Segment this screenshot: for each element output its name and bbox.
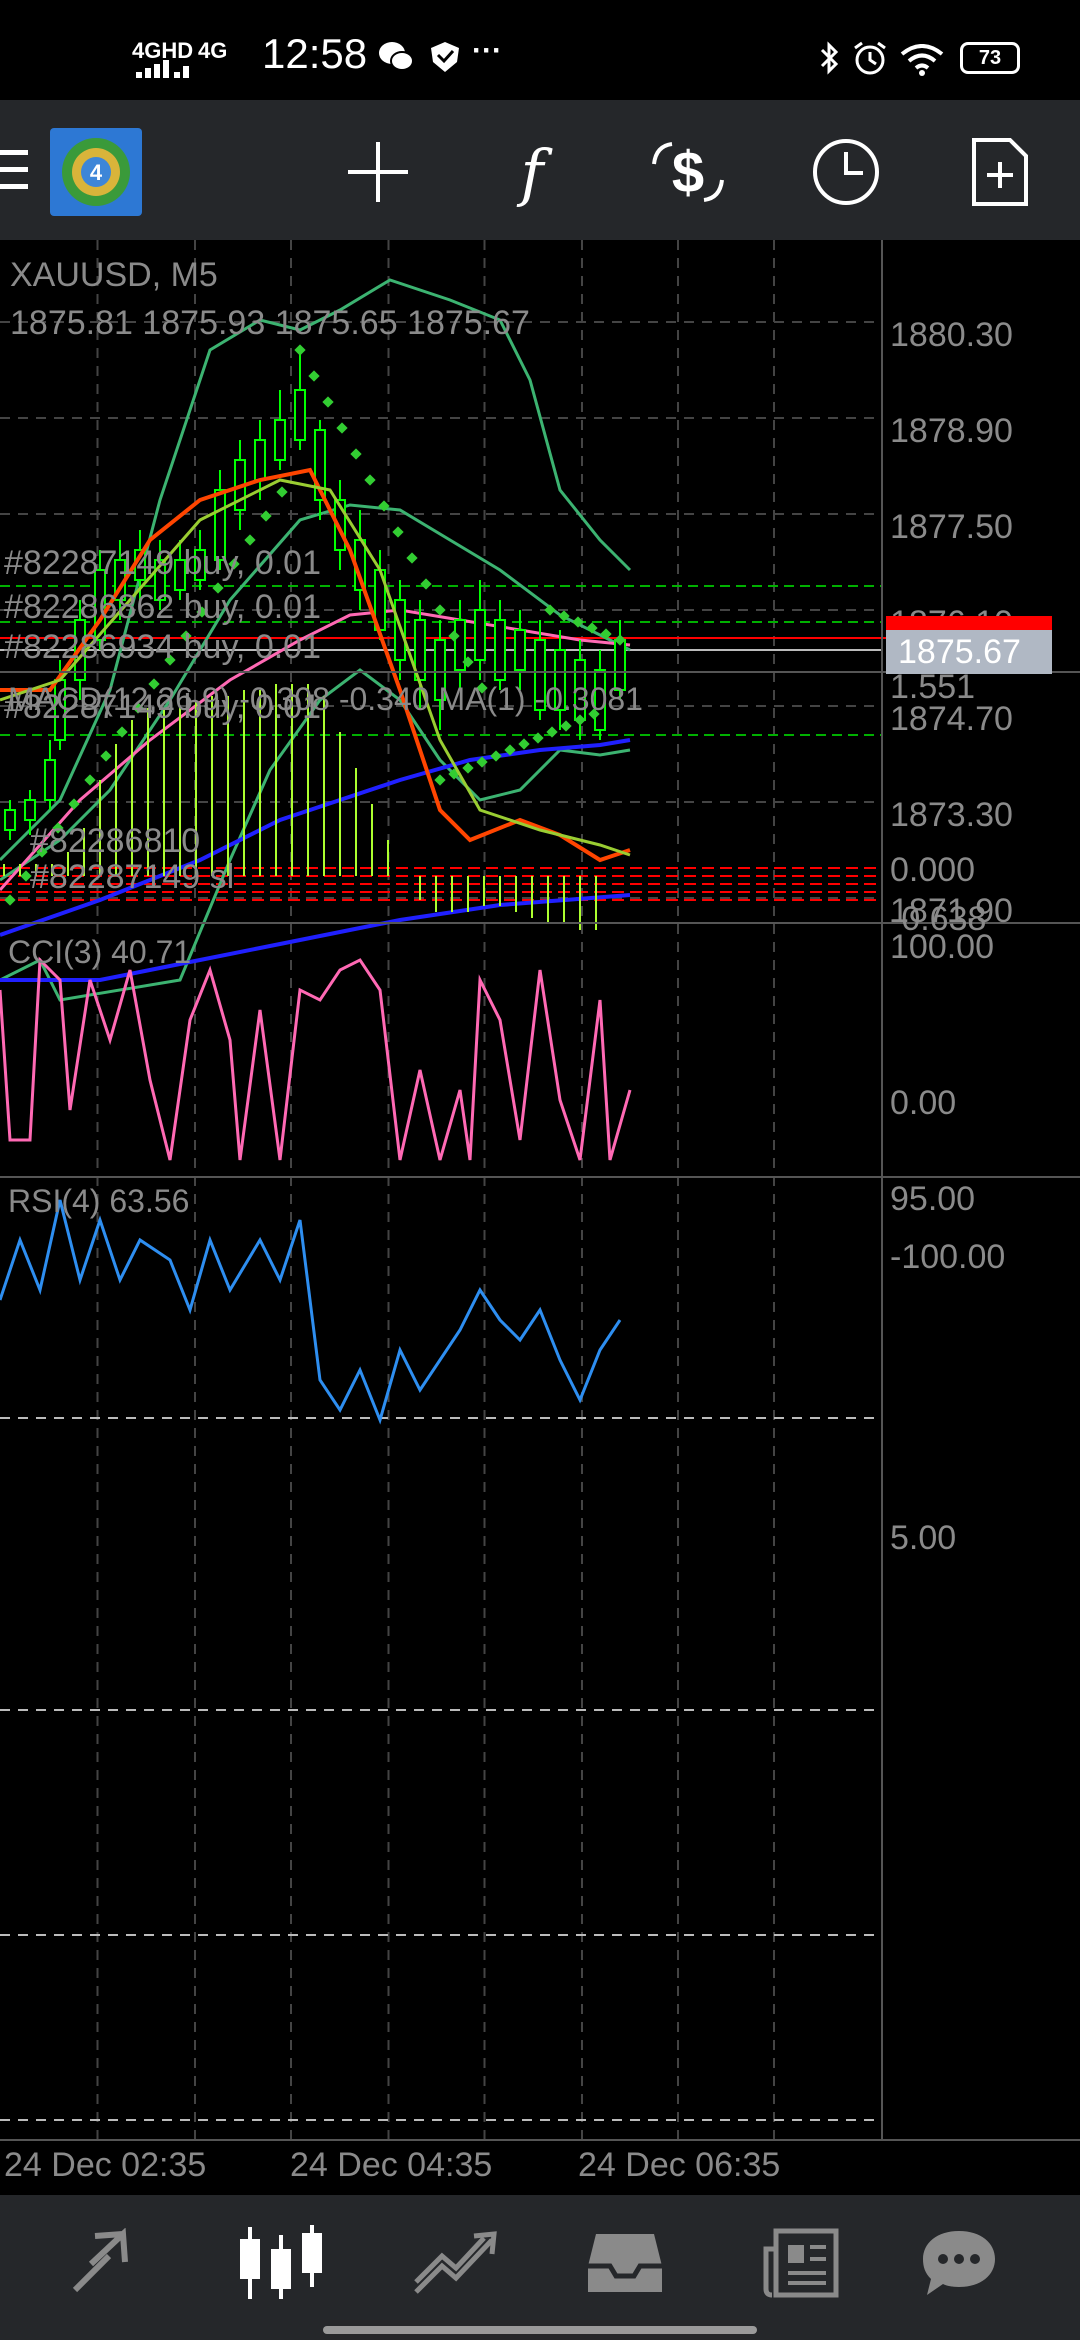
sar-dot: [276, 486, 288, 498]
candle-body: [24, 799, 36, 821]
order-label: #82286810: [30, 822, 200, 860]
sar-dot: [308, 370, 320, 382]
macd-axis-tick: 1.551: [890, 668, 975, 706]
news-icon[interactable]: [756, 2223, 846, 2303]
macd-axis-tick: 0.000: [890, 851, 975, 889]
sar-dot: [560, 720, 572, 732]
quotes-icon[interactable]: [64, 2223, 154, 2303]
alarm-icon: [854, 41, 886, 75]
clock: 12:58: [262, 30, 368, 77]
cci-axis-tick: -100.00: [890, 1238, 1005, 1276]
gesture-bar[interactable]: [323, 2326, 757, 2334]
sar-dot: [462, 762, 474, 774]
time-tick: 24 Dec 04:35: [290, 2146, 492, 2184]
sar-dot: [4, 894, 16, 906]
sar-dot: [420, 578, 432, 590]
chart-canvas[interactable]: XAUUSD, M5 1875.81 1875.93 1875.65 1875.…: [0, 240, 1080, 2195]
candle-body: [274, 419, 286, 461]
trade-icon[interactable]: $: [646, 130, 730, 214]
cci-label: CCI(3) 40.71: [8, 934, 191, 970]
cci-line: [0, 956, 632, 1161]
symbol-label: XAUUSD, M5: [10, 256, 218, 294]
sar-dot: [100, 750, 112, 762]
price-tick: 1880.30: [890, 316, 1013, 354]
order-label: #82287149 buy, 0.01: [4, 544, 321, 582]
svg-text:4: 4: [90, 160, 103, 185]
sar-dot: [434, 774, 446, 786]
candle-body: [254, 439, 266, 481]
rsi-axis-tick: 5.00: [890, 1519, 956, 1557]
sar-dot: [322, 396, 334, 408]
status-bar: 4GHD 4G 12:58 ··· 73: [0, 0, 1080, 100]
order-label: #82286862 buy, 0.01: [4, 588, 321, 626]
sar-dot: [364, 474, 376, 486]
sar-dot: [392, 526, 404, 538]
cci-axis-tick: 100.00: [890, 928, 994, 966]
chart-icon[interactable]: [236, 2223, 326, 2303]
timeframe-icon[interactable]: [804, 130, 888, 214]
messages-icon[interactable]: [914, 2223, 1004, 2303]
macd-label: MACD(12,26,9) -0.308 -0.340 MA(1) -0.308…: [8, 681, 643, 717]
wechat-icon: [379, 42, 414, 71]
sar-dot: [84, 774, 96, 786]
bluetooth-icon: [820, 41, 839, 75]
order-label: #82287149 sl: [30, 858, 234, 896]
candle-body: [294, 389, 306, 441]
network-4g-indicator: 4G: [198, 38, 228, 63]
sar-dot: [294, 344, 306, 356]
time-tick: 24 Dec 06:35: [578, 2146, 780, 2184]
trade-nav-icon[interactable]: [410, 2223, 500, 2303]
rsi-label: RSI(4) 63.56: [8, 1183, 189, 1219]
bottom-navigation: [0, 2195, 1080, 2340]
sar-dot: [434, 604, 446, 616]
templates-icon[interactable]: [958, 130, 1042, 214]
wifi-icon: [900, 44, 944, 76]
current-price-value: 1875.67: [898, 633, 1021, 671]
svg-text:$: $: [672, 140, 704, 205]
price-tick: 1873.30: [890, 796, 1013, 834]
indicators-icon[interactable]: f: [490, 130, 574, 214]
cci-axis-tick: 0.00: [890, 1084, 956, 1122]
history-icon[interactable]: [580, 2223, 670, 2303]
chart-area[interactable]: XAUUSD, M5 1875.81 1875.93 1875.65 1875.…: [0, 240, 1080, 2195]
sar-dot: [350, 448, 362, 460]
indicators-glyph: f: [520, 135, 544, 209]
sar-dot: [336, 422, 348, 434]
battery-indicator: 73: [960, 42, 1020, 74]
sar-dot: [260, 510, 272, 522]
rsi-axis-tick: 95.00: [890, 1180, 975, 1218]
more-notifications-icon: ···: [472, 34, 502, 67]
crosshair-icon[interactable]: [336, 130, 420, 214]
price-tick: 1877.50: [890, 508, 1013, 546]
price-tick: 1878.90: [890, 412, 1013, 450]
app-logo-icon[interactable]: 4: [50, 128, 142, 216]
candle-body: [44, 759, 56, 801]
order-label: #82286934 buy, 0.01: [4, 628, 321, 666]
time-tick: 24 Dec 02:35: [4, 2146, 206, 2184]
rsi-line: [0, 1199, 622, 1425]
candle-body: [514, 629, 526, 671]
chart-toolbar: 4 f $: [0, 100, 1080, 240]
candle-body: [474, 609, 486, 661]
signal-strength-icon: [136, 60, 189, 78]
shield-icon: [431, 42, 459, 72]
sar-dot: [406, 552, 418, 564]
candle-body: [4, 809, 16, 831]
ohlc-label: 1875.81 1875.93 1875.65 1875.67: [10, 304, 530, 342]
sar-dot: [518, 738, 530, 750]
menu-icon[interactable]: [0, 148, 30, 192]
sar-dot: [490, 750, 502, 762]
